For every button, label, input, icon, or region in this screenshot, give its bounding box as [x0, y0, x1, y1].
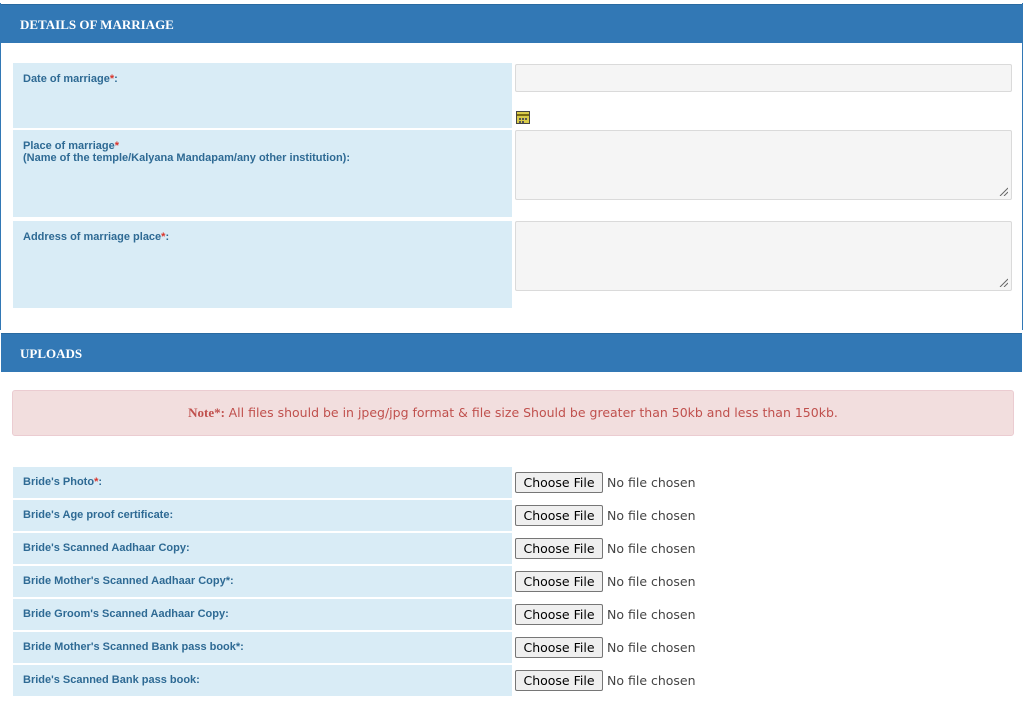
date-of-marriage-input[interactable] [515, 64, 1012, 92]
upload-label-text: Bride's Scanned Bank pass book: [23, 674, 200, 686]
choose-file-button[interactable]: Choose File [515, 538, 603, 559]
upload-label: Bride's Photo*: [13, 467, 512, 498]
place-of-marriage-textarea[interactable] [515, 130, 1012, 200]
place-of-marriage-label: Place of marriage* (Name of the temple/K… [13, 130, 512, 217]
upload-label: Bride's Scanned Aadhaar Copy: [13, 533, 512, 564]
choose-file-button[interactable]: Choose File [515, 637, 603, 658]
place-label-subtext: (Name of the temple/Kalyana Mandapam/any… [23, 152, 350, 164]
file-status-text: No file chosen [607, 475, 696, 490]
upload-label: Bride Mother's Scanned Bank pass book*: [13, 632, 512, 663]
place-label-text: Place of marriage [23, 140, 115, 152]
note-prefix: Note*: [188, 405, 225, 420]
upload-label-text: Bride Groom's Scanned Aadhaar Copy: [23, 608, 229, 620]
upload-label-suffix: : [98, 476, 103, 488]
upload-label: Bride Groom's Scanned Aadhaar Copy: [13, 599, 512, 630]
note-text: All files should be in jpeg/jpg format &… [228, 405, 838, 420]
file-status-text: No file chosen [607, 673, 696, 688]
panel-border-left [0, 3, 1, 330]
upload-label: Bride's Scanned Bank pass book: [13, 665, 512, 696]
panel-border-right [1022, 3, 1023, 330]
resize-handle-icon[interactable] [998, 186, 1008, 196]
date-label-text: Date of marriage [23, 73, 110, 85]
resize-handle-icon[interactable] [998, 277, 1008, 287]
address-label-suffix: : [165, 231, 170, 243]
choose-file-button[interactable]: Choose File [515, 472, 603, 493]
upload-label-text: Bride's Age proof certificate: [23, 509, 174, 521]
address-label-text: Address of marriage place [23, 231, 162, 243]
choose-file-button[interactable]: Choose File [515, 604, 603, 625]
uploads-section-header: UPLOADS [1, 333, 1022, 372]
address-of-marriage-place-textarea[interactable] [515, 221, 1012, 291]
calendar-icon[interactable] [516, 111, 530, 124]
choose-file-button[interactable]: Choose File [515, 571, 603, 592]
upload-label-text: Bride Mother's Scanned Aadhaar Copy*: [23, 575, 234, 587]
upload-label-text: Bride Mother's Scanned Bank pass book*: [23, 641, 244, 653]
address-of-marriage-place-label: Address of marriage place*: [13, 221, 512, 308]
marriage-section-header: DETAILS OF MARRIAGE [1, 4, 1022, 43]
file-status-text: No file chosen [607, 541, 696, 556]
date-label-suffix: : [114, 73, 118, 85]
file-status-text: No file chosen [607, 574, 696, 589]
date-of-marriage-label: Date of marriage*: [13, 63, 512, 128]
calendar-icon-glyph [517, 114, 529, 123]
file-status-text: No file chosen [607, 607, 696, 622]
choose-file-button[interactable]: Choose File [515, 505, 603, 526]
file-status-text: No file chosen [607, 508, 696, 523]
required-asterisk: * [114, 140, 119, 152]
upload-label: Bride Mother's Scanned Aadhaar Copy*: [13, 566, 512, 597]
file-format-note: Note*: All files should be in jpeg/jpg f… [12, 390, 1014, 436]
upload-label: Bride's Age proof certificate: [13, 500, 512, 531]
choose-file-button[interactable]: Choose File [515, 670, 603, 691]
upload-label-text: Bride's Photo [23, 476, 95, 488]
file-status-text: No file chosen [607, 640, 696, 655]
upload-label-text: Bride's Scanned Aadhaar Copy: [23, 542, 190, 554]
